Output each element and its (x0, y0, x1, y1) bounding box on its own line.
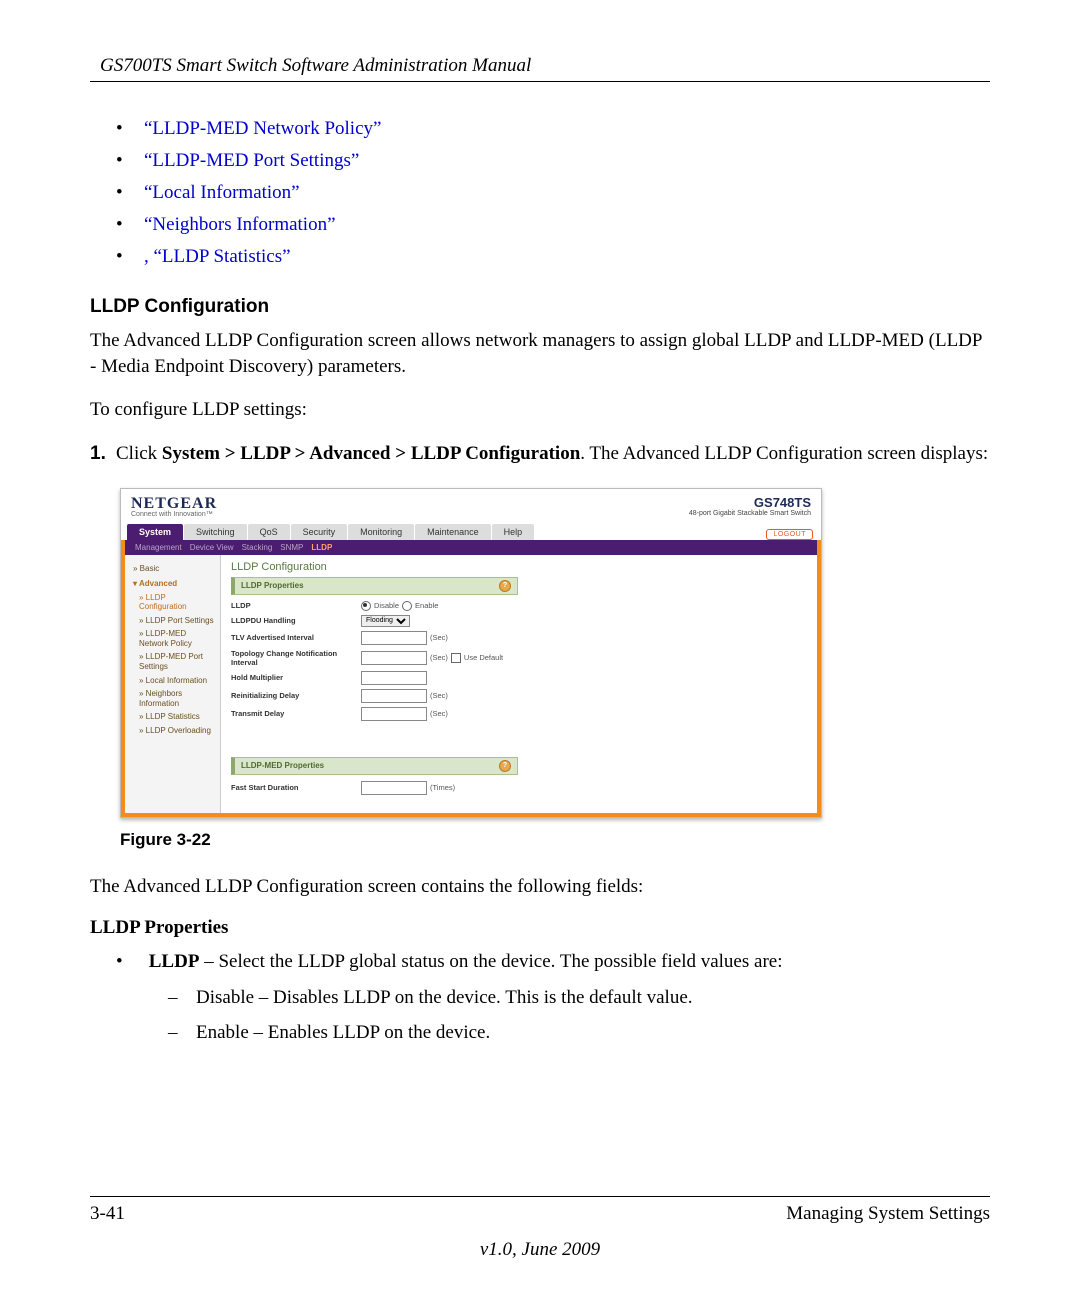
property-name: LLDP (149, 951, 200, 972)
input-topo[interactable] (361, 651, 427, 665)
body-paragraph: The Advanced LLDP Configuration screen a… (90, 328, 990, 379)
input-faststart[interactable] (361, 781, 427, 795)
unit-label: (Sec) (430, 709, 448, 718)
subnav-item[interactable]: Management (135, 543, 182, 552)
panel-header-lldpmed-props: LLDP-MED Properties ? (231, 757, 518, 775)
sidebar-item[interactable]: » LLDP-MED Network Policy (125, 627, 220, 650)
checkbox-use-default[interactable] (451, 653, 461, 663)
figure-caption: Figure 3-22 (120, 830, 990, 850)
running-header: GS700TS Smart Switch Software Administra… (90, 55, 990, 77)
property-item: LLDP – Select the LLDP global status on … (116, 949, 990, 1046)
tab-monitoring[interactable]: Monitoring (348, 524, 414, 540)
header-rule (90, 81, 990, 82)
step-text-post: . The Advanced LLDP Configuration screen… (580, 443, 988, 464)
unit-label: (Sec) (430, 633, 448, 642)
tab-maintenance[interactable]: Maintenance (415, 524, 491, 540)
step-item: 1.Click System > LLDP > Advanced > LLDP … (90, 441, 990, 468)
chapter-title: Managing System Settings (786, 1203, 990, 1225)
tab-security[interactable]: Security (291, 524, 348, 540)
sidebar-item[interactable]: » Neighbors Information (125, 687, 220, 710)
xref-link[interactable]: “LLDP-MED Network Policy” (144, 118, 381, 139)
value-item: Enable – Enables LLDP on the device. (168, 1020, 990, 1046)
select-handling[interactable]: Flooding (361, 615, 410, 627)
product-desc: 48-port Gigabit Stackable Smart Switch (689, 510, 811, 517)
page-number: 3-41 (90, 1203, 125, 1225)
xref-list: “LLDP-MED Network Policy” “LLDP-MED Port… (90, 118, 990, 268)
subnav-item[interactable]: Device View (190, 543, 234, 552)
prop-label-reinit: Reinitializing Delay (231, 691, 361, 700)
tab-help[interactable]: Help (492, 524, 535, 540)
property-desc: – Select the LLDP global status on the d… (199, 951, 782, 972)
netgear-logo: NETGEAR (131, 495, 217, 513)
sidebar-item[interactable]: » LLDP Configuration (125, 591, 220, 614)
help-icon[interactable]: ? (499, 580, 511, 592)
xref-link[interactable]: “LLDP-MED Port Settings” (144, 150, 359, 171)
sidebar-section-advanced[interactable]: ▾ Advanced (125, 576, 220, 591)
panel-header-lldp-props: LLDP Properties ? (231, 577, 518, 595)
prop-label-tlv: TLV Advertised Interval (231, 633, 361, 642)
body-paragraph: To configure LLDP settings: (90, 397, 990, 423)
help-icon[interactable]: ? (499, 760, 511, 772)
sidebar-item[interactable]: » LLDP-MED Port Settings (125, 650, 220, 673)
sidebar-item[interactable]: » LLDP Port Settings (125, 614, 220, 628)
prop-label-transmit: Transmit Delay (231, 709, 361, 718)
sidebar-item[interactable]: » LLDP Overloading (125, 724, 220, 738)
subnav-item[interactable]: Stacking (242, 543, 273, 552)
radio-enable[interactable] (402, 601, 412, 611)
subsection-title: LLDP Properties (90, 917, 990, 939)
radio-label: Disable (374, 601, 399, 610)
xref-link[interactable]: “Neighbors Information” (144, 214, 336, 235)
radio-label: Enable (415, 601, 438, 610)
footer-rule (90, 1196, 990, 1197)
xref-link[interactable]: , “LLDP Statistics” (144, 246, 291, 267)
subnav-item[interactable]: SNMP (280, 543, 303, 552)
unit-label: (Sec) (430, 653, 448, 662)
step-text-pre: Click (116, 443, 162, 464)
value-item: Disable – Disables LLDP on the device. T… (168, 985, 990, 1011)
figure-screenshot: NETGEAR Connect with Innovation™ GS748TS… (120, 488, 990, 818)
sidebar-item[interactable]: » Local Information (125, 674, 220, 688)
sidebar-section-basic[interactable]: » Basic (125, 561, 220, 576)
product-id: GS748TS (689, 495, 811, 510)
radio-disable[interactable] (361, 601, 371, 611)
tab-qos[interactable]: QoS (248, 524, 290, 540)
xref-link[interactable]: “Local Information” (144, 182, 300, 203)
unit-label: (Sec) (430, 691, 448, 700)
prop-label-handling: LLDPDU Handling (231, 616, 361, 625)
prop-label-hold: Hold Multiplier (231, 673, 361, 682)
subnav-item-selected[interactable]: LLDP (311, 543, 332, 552)
version-footer: v1.0, June 2009 (90, 1239, 990, 1261)
step-number: 1. (90, 441, 116, 468)
tab-switching[interactable]: Switching (184, 524, 247, 540)
input-tlv[interactable] (361, 631, 427, 645)
unit-label: (Times) (430, 783, 455, 792)
netgear-tagline: Connect with Innovation™ (131, 511, 217, 518)
logout-button[interactable]: LOGOUT (766, 529, 813, 540)
tab-system[interactable]: System (127, 524, 183, 540)
prop-label-faststart: Fast Start Duration (231, 783, 361, 792)
input-reinit[interactable] (361, 689, 427, 703)
prop-label-lldp: LLDP (231, 601, 361, 610)
input-transmit[interactable] (361, 707, 427, 721)
sidebar: » Basic ▾ Advanced » LLDP Configuration … (125, 555, 221, 813)
prop-label-topo: Topology Change Notification Interval (231, 649, 361, 667)
input-hold[interactable] (361, 671, 427, 685)
config-title: LLDP Configuration (231, 561, 807, 573)
section-title: LLDP Configuration (90, 296, 990, 318)
cb-label: Use Default (464, 653, 503, 662)
nav-path: System > LLDP > Advanced > LLDP Configur… (162, 443, 580, 464)
body-paragraph: The Advanced LLDP Configuration screen c… (90, 874, 990, 900)
sidebar-item[interactable]: » LLDP Statistics (125, 710, 220, 724)
